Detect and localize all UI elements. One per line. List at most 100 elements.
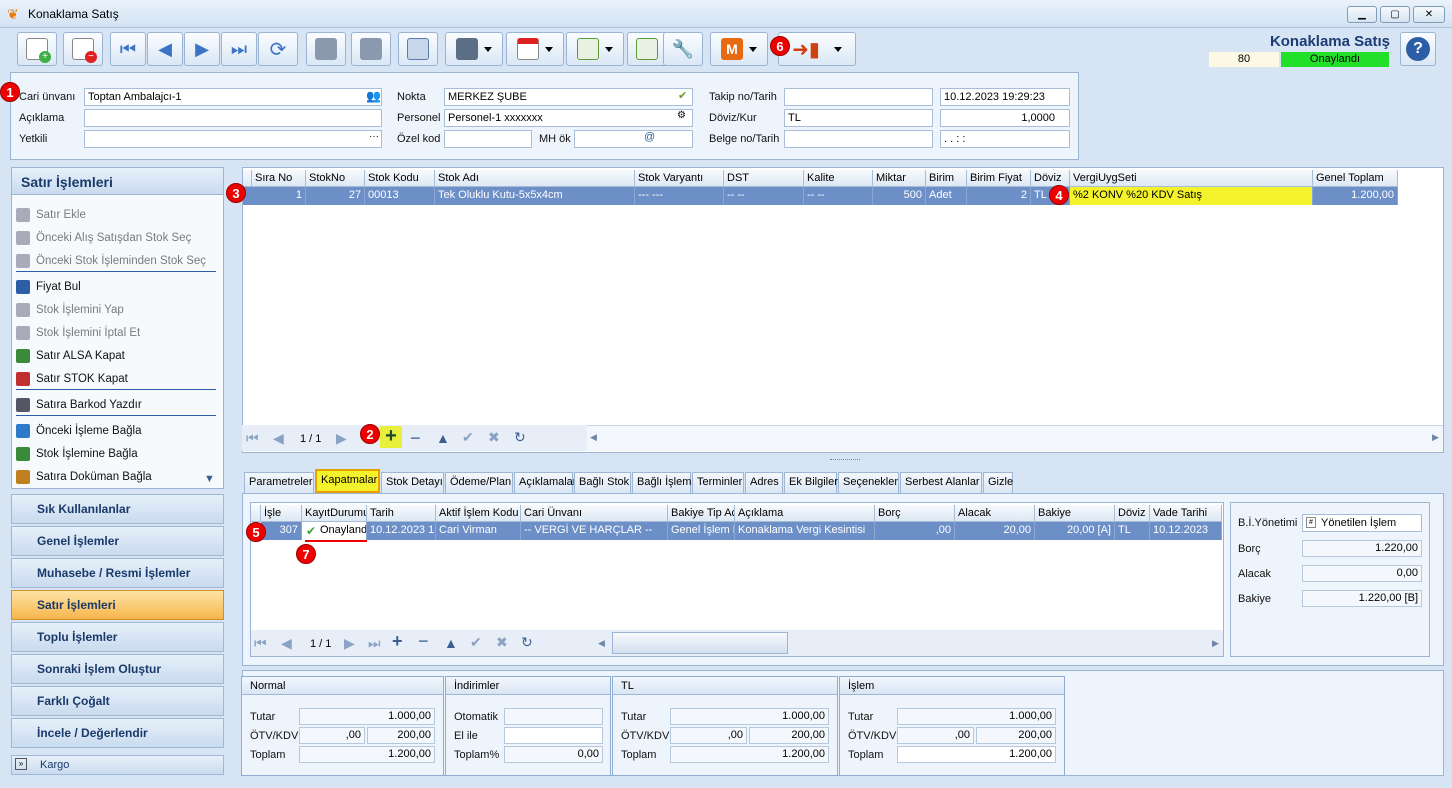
column-header[interactable]: Tarih [367, 505, 436, 522]
scroll-right-icon[interactable]: ▶ [1432, 432, 1439, 443]
column-header[interactable]: Borç [875, 505, 955, 522]
kapatma-cell[interactable]: 307 [261, 522, 302, 540]
personel-field[interactable]: Personel-1 xxxxxxx [444, 109, 693, 127]
nav-3[interactable]: Satır İşlemleri [11, 590, 224, 620]
kapatma-cell[interactable]: Genel İşlem E [668, 522, 735, 540]
grid-cell[interactable]: 00013 [365, 187, 435, 205]
grid-cell[interactable]: 1.200,00 [1313, 187, 1398, 205]
tab-8[interactable]: Adres [745, 472, 783, 493]
kur-field[interactable]: 1,0000 [940, 109, 1070, 127]
ozelkod-field[interactable] [444, 130, 532, 148]
column-header[interactable]: Genel Toplam [1313, 170, 1398, 187]
exit-button[interactable]: ➜▮ [778, 32, 856, 66]
users-icon[interactable]: 👥 [366, 89, 381, 103]
save-button[interactable] [306, 32, 346, 66]
column-header[interactable]: Stok Kodu [365, 170, 435, 187]
grid-cell[interactable]: Adet [926, 187, 967, 205]
maximize-button[interactable]: ▢ [1380, 6, 1410, 23]
nav-4[interactable]: Toplu İşlemler [11, 622, 224, 652]
grid-cell[interactable]: -- -- [724, 187, 804, 205]
grid-cell[interactable]: --- --- [635, 187, 724, 205]
hscroll-thumb[interactable] [612, 632, 788, 654]
nav-5[interactable]: Sonraki İşlem Oluştur [11, 654, 224, 684]
action-item[interactable]: Satır Ekle [16, 204, 216, 226]
grid-cell[interactable]: %2 KONV %20 KDV Satış [1070, 187, 1313, 205]
aciklama-field[interactable] [84, 109, 382, 127]
next-record-button[interactable]: ▶ [184, 32, 220, 66]
column-header[interactable]: Aktif İşlem Kodu [436, 505, 521, 522]
move-up-icon[interactable]: ▲ [436, 430, 450, 446]
first-row-icon[interactable]: ⏮ [246, 430, 259, 447]
first-record-button[interactable]: ⏮ [110, 32, 146, 66]
prev-record-button[interactable]: ◀ [147, 32, 183, 66]
kapatma-cell[interactable]: ,00 [875, 522, 955, 540]
nav-kargo[interactable]: Kargo [11, 755, 224, 775]
column-header[interactable]: StokNo [306, 170, 365, 187]
grid-cell[interactable]: 1 [252, 187, 306, 205]
close-button[interactable]: ✕ [1413, 6, 1445, 23]
check-icon[interactable]: ✔ [678, 89, 687, 102]
remove-row-icon[interactable]: − [410, 428, 421, 449]
tab-0[interactable]: Parametreler [244, 472, 314, 493]
print-button[interactable] [445, 32, 503, 66]
next-row-icon[interactable]: ▶ [344, 635, 355, 652]
doviz-select[interactable]: TL [784, 109, 933, 127]
action-item[interactable]: Satıra Doküman Bağla [16, 466, 216, 488]
kapatma-cell[interactable]: 20,00 [955, 522, 1035, 540]
action-item[interactable]: Fiyat Bul [16, 276, 216, 298]
grid-cell[interactable]: 2 [967, 187, 1031, 205]
tab-5[interactable]: Bağlı Stok [574, 472, 631, 493]
column-header[interactable]: Döviz [1115, 505, 1150, 522]
grid-cell[interactable]: 27 [306, 187, 365, 205]
chevron-down-icon[interactable]: » [15, 758, 27, 770]
column-header[interactable]: Stok Varyantı [635, 170, 724, 187]
at-icon[interactable]: @ [644, 131, 655, 143]
refresh-button[interactable]: ⟳ [258, 32, 298, 66]
minimize-button[interactable]: ▁ [1347, 6, 1377, 23]
export-button[interactable] [566, 32, 624, 66]
first-row-icon[interactable]: ⏮ [254, 635, 267, 652]
action-item[interactable]: Önceki Alış Satışdan Stok Seç [16, 227, 216, 249]
column-header[interactable]: Miktar [873, 170, 926, 187]
tab-11[interactable]: Serbest Alanlar [900, 472, 982, 493]
action-item[interactable]: Satıra Barkod Yazdır [16, 394, 216, 416]
cancel-icon[interactable]: ✖ [488, 429, 500, 446]
add-row-icon[interactable]: + [392, 631, 403, 652]
kapatma-cell[interactable]: Cari Virman [436, 522, 521, 540]
confirm-icon[interactable]: ✔ [462, 429, 474, 446]
grid-cell[interactable]: 500 [873, 187, 926, 205]
action-item[interactable]: Stok İşlemini Yap [16, 299, 216, 321]
refresh-row-icon[interactable]: ↻ [521, 634, 533, 651]
scroll-left-icon[interactable]: ◀ [598, 638, 605, 649]
prev-row-icon[interactable]: ◀ [281, 635, 292, 652]
cari-field[interactable]: Toptan Ambalajcı-1 [84, 88, 382, 106]
tarih-field[interactable]: 10.12.2023 19:29:23 [940, 88, 1070, 106]
tab-7[interactable]: Terminler [692, 472, 744, 493]
column-header[interactable]: KayıtDurumu [302, 505, 367, 522]
ellipsis-icon[interactable]: ··· [369, 131, 379, 142]
kapatma-cell[interactable]: 20,00 [A] [1035, 522, 1115, 540]
column-header[interactable]: Kalite [804, 170, 873, 187]
tab-9[interactable]: Ek Bilgiler [784, 472, 838, 493]
tab-10[interactable]: Seçenekler [838, 472, 899, 493]
grid-cell[interactable]: -- -- [804, 187, 873, 205]
action-item[interactable]: Önceki İşleme Bağla [16, 420, 216, 442]
bi-select[interactable]: Yönetilen İşlem [1302, 514, 1422, 532]
mhok-field[interactable] [574, 130, 693, 148]
move-up-icon[interactable]: ▲ [444, 635, 458, 651]
m-button[interactable]: M [710, 32, 768, 66]
tab-2[interactable]: Stok Detayı [381, 472, 444, 493]
tab-12[interactable]: Gizle [983, 472, 1013, 493]
next-row-icon[interactable]: ▶ [336, 430, 347, 447]
column-header[interactable]: Birim Fiyat [967, 170, 1031, 187]
column-header[interactable]: Birim [926, 170, 967, 187]
column-header[interactable]: VergiUygSeti [1070, 170, 1313, 187]
remove-row-icon[interactable]: − [418, 631, 429, 652]
confirm-icon[interactable]: ✔ [470, 634, 482, 651]
nav-6[interactable]: Farklı Çoğalt [11, 686, 224, 716]
kapatma-cell[interactable]: TL [1115, 522, 1150, 540]
takip-field[interactable] [784, 88, 933, 106]
tab-3[interactable]: Ödeme/Plan [445, 472, 513, 493]
save-close-button[interactable] [351, 32, 391, 66]
help-button[interactable]: ? [1400, 32, 1436, 66]
